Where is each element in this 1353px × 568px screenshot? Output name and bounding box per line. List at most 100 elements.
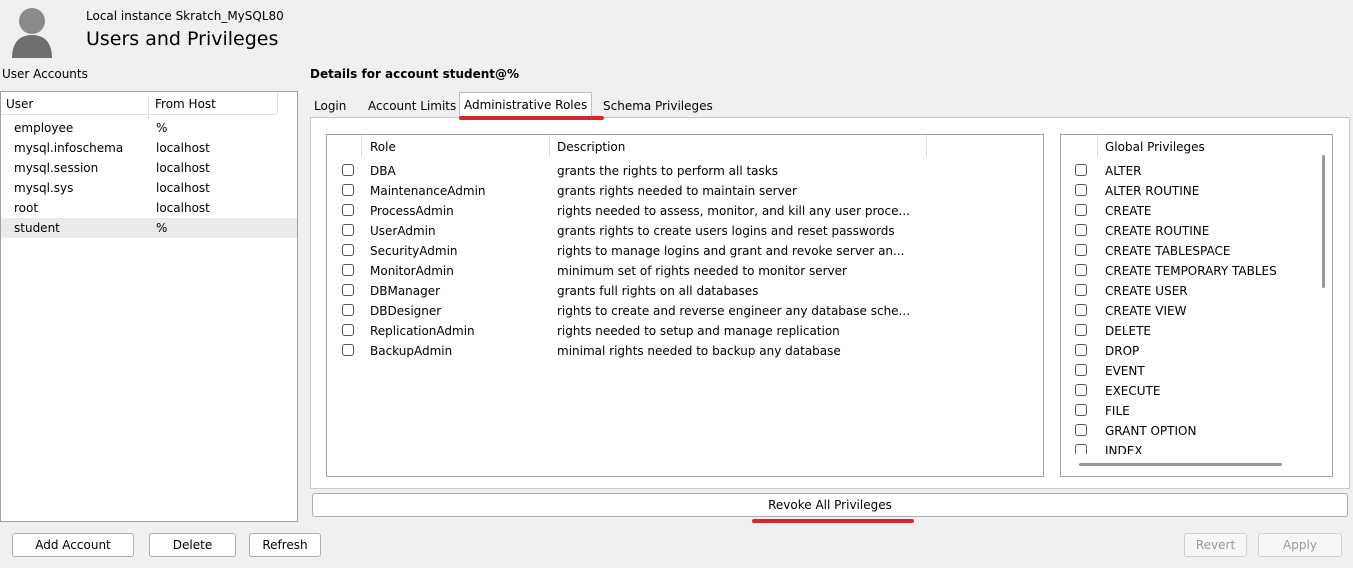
privilege-checkbox[interactable]: [1075, 404, 1087, 416]
privilege-row: CREATE ROUTINE: [1061, 221, 1321, 241]
role-checkbox[interactable]: [342, 224, 354, 236]
privilege-label: CREATE TEMPORARY TABLES: [1105, 264, 1277, 278]
role-description: rights to create and reverse engineer an…: [557, 304, 911, 318]
user-host: localhost: [156, 201, 210, 215]
tab-login[interactable]: Login: [310, 95, 350, 117]
user-host: %: [156, 221, 168, 235]
role-row-securityadmin: SecurityAdmin rights to manage logins an…: [327, 241, 1043, 261]
role-name: SecurityAdmin: [370, 244, 458, 258]
role-description: rights to manage logins and grant and re…: [557, 244, 905, 258]
delete-button[interactable]: Delete: [149, 533, 236, 557]
privilege-row: CREATE TABLESPACE: [1061, 241, 1321, 261]
user-accounts-label: User Accounts: [2, 67, 88, 81]
role-row-monitoradmin: MonitorAdmin minimum set of rights neede…: [327, 261, 1043, 281]
role-checkbox[interactable]: [342, 164, 354, 176]
role-checkbox[interactable]: [342, 284, 354, 296]
role-checkbox[interactable]: [342, 304, 354, 316]
tab-administrative-roles[interactable]: Administrative Roles: [459, 92, 593, 118]
add-account-button[interactable]: Add Account: [12, 533, 134, 557]
user-row-mysql-infoschema[interactable]: mysql.infoschema localhost: [1, 138, 297, 158]
apply-button[interactable]: Apply: [1258, 533, 1342, 557]
role-name: MonitorAdmin: [370, 264, 454, 278]
active-tab-highlight: [459, 116, 604, 120]
privilege-checkbox[interactable]: [1075, 424, 1087, 436]
role-description: rights needed to setup and manage replic…: [557, 324, 840, 338]
privilege-label: CREATE USER: [1105, 284, 1188, 298]
role-checkbox[interactable]: [342, 264, 354, 276]
role-description: rights needed to assess, monitor, and ki…: [557, 204, 910, 218]
role-row-dbdesigner: DBDesigner rights to create and reverse …: [327, 301, 1043, 321]
privilege-checkbox[interactable]: [1075, 184, 1087, 196]
user-row-student[interactable]: student %: [1, 218, 297, 238]
column-header-user[interactable]: User: [6, 97, 33, 111]
role-checkbox[interactable]: [342, 324, 354, 336]
page-title: Users and Privileges: [86, 28, 279, 50]
role-checkbox[interactable]: [342, 204, 354, 216]
table-header-corner: [277, 92, 298, 114]
user-name: employee: [14, 121, 74, 135]
refresh-button[interactable]: Refresh: [249, 533, 321, 557]
privilege-checkbox[interactable]: [1075, 364, 1087, 376]
privilege-checkbox[interactable]: [1075, 284, 1087, 296]
role-checkbox[interactable]: [342, 344, 354, 356]
column-header-from-host[interactable]: From Host: [155, 97, 216, 111]
privilege-row: GRANT OPTION: [1061, 421, 1321, 441]
column-header-description[interactable]: Description: [557, 140, 625, 154]
column-header-global-privileges[interactable]: Global Privileges: [1105, 140, 1205, 154]
tab-schema-privileges[interactable]: Schema Privileges: [599, 95, 717, 117]
privilege-row: CREATE USER: [1061, 281, 1321, 301]
user-name: student: [14, 221, 60, 235]
privilege-label: EVENT: [1105, 364, 1145, 378]
privilege-label: CREATE TABLESPACE: [1105, 244, 1231, 258]
privilege-row: EXECUTE: [1061, 381, 1321, 401]
role-row-useradmin: UserAdmin grants rights to create users …: [327, 221, 1043, 241]
role-name: MaintenanceAdmin: [370, 184, 486, 198]
user-row-mysql-session[interactable]: mysql.session localhost: [1, 158, 297, 178]
role-name: DBA: [370, 164, 396, 178]
vertical-scrollbar[interactable]: [1322, 155, 1325, 288]
role-name: ProcessAdmin: [370, 204, 454, 218]
user-row-employee[interactable]: employee %: [1, 118, 297, 138]
privilege-checkbox[interactable]: [1075, 444, 1087, 454]
privilege-checkbox[interactable]: [1075, 344, 1087, 356]
role-description: grants the rights to perform all tasks: [557, 164, 778, 178]
role-description: grants rights needed to maintain server: [557, 184, 797, 198]
role-row-processadmin: ProcessAdmin rights needed to assess, mo…: [327, 201, 1043, 221]
user-row-mysql-sys[interactable]: mysql.sys localhost: [1, 178, 297, 198]
privilege-label: CREATE VIEW: [1105, 304, 1187, 318]
privilege-checkbox[interactable]: [1075, 164, 1087, 176]
privilege-row: INDEX: [1061, 441, 1321, 454]
privilege-row: DROP: [1061, 341, 1321, 361]
role-name: ReplicationAdmin: [370, 324, 475, 338]
privilege-row: FILE: [1061, 401, 1321, 421]
privilege-checkbox[interactable]: [1075, 324, 1087, 336]
privilege-label: DELETE: [1105, 324, 1152, 338]
horizontal-scrollbar[interactable]: [1079, 463, 1282, 466]
privilege-label: INDEX: [1105, 444, 1143, 454]
role-name: DBDesigner: [370, 304, 442, 318]
privilege-label: DROP: [1105, 344, 1140, 358]
role-description: grants rights to create users logins and…: [557, 224, 895, 238]
privilege-checkbox[interactable]: [1075, 244, 1087, 256]
user-row-root[interactable]: root localhost: [1, 198, 297, 218]
privilege-row: DELETE: [1061, 321, 1321, 341]
privilege-checkbox[interactable]: [1075, 384, 1087, 396]
privilege-checkbox[interactable]: [1075, 204, 1087, 216]
role-row-backupadmin: BackupAdmin minimal rights needed to bac…: [327, 341, 1043, 361]
tab-account-limits[interactable]: Account Limits: [364, 95, 460, 117]
privilege-checkbox[interactable]: [1075, 264, 1087, 276]
privilege-row: ALTER: [1061, 161, 1321, 181]
privilege-row: EVENT: [1061, 361, 1321, 381]
global-privileges-list: Global Privileges ALTER ALTER ROUTINE CR…: [1060, 134, 1333, 477]
revert-button[interactable]: Revert: [1184, 533, 1247, 557]
role-name: UserAdmin: [370, 224, 436, 238]
role-description: minimal rights needed to backup any data…: [557, 344, 841, 358]
role-checkbox[interactable]: [342, 184, 354, 196]
privilege-checkbox[interactable]: [1075, 304, 1087, 316]
privilege-label: GRANT OPTION: [1105, 424, 1197, 438]
revoke-button-highlight: [752, 519, 914, 523]
privilege-checkbox[interactable]: [1075, 224, 1087, 236]
revoke-all-privileges-button[interactable]: Revoke All Privileges: [312, 493, 1348, 517]
column-header-role[interactable]: Role: [370, 140, 396, 154]
role-checkbox[interactable]: [342, 244, 354, 256]
